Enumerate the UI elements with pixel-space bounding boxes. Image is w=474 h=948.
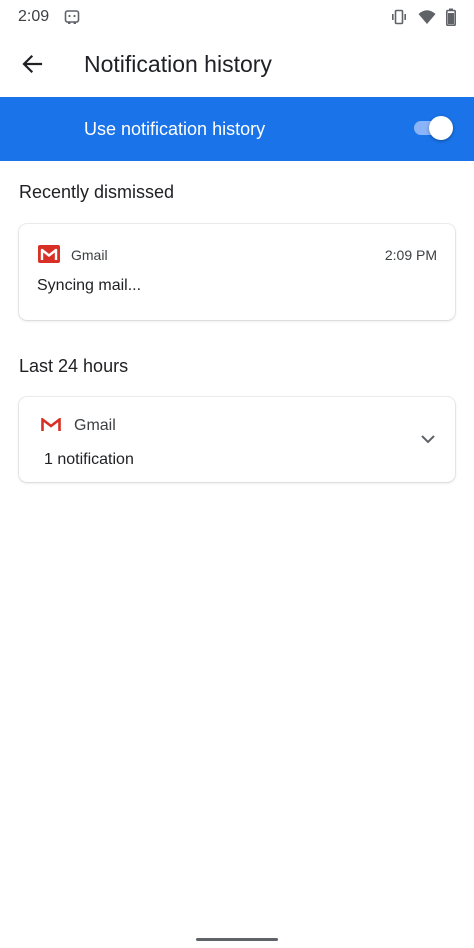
last-24-hours-header: Last 24 hours	[19, 356, 129, 376]
page-title: Notification history	[84, 51, 272, 77]
battery-icon	[446, 8, 456, 31]
wifi-icon	[418, 9, 436, 30]
status-icons	[390, 8, 456, 31]
gmail-notification-group[interactable]: Gmail 1 notification	[19, 397, 455, 482]
navigation-handle[interactable]	[196, 938, 278, 941]
notification-text: Syncing mail...	[37, 277, 142, 294]
dismissed-notification-card[interactable]: Gmail 2:09 PM Syncing mail...	[19, 224, 455, 320]
notification-time: 2:09 PM	[384, 247, 437, 263]
vibrate-icon	[390, 8, 408, 31]
notification-icon	[64, 9, 80, 30]
use-notification-history-label: Use notification history	[84, 119, 266, 139]
recently-dismissed-header: Recently dismissed	[19, 182, 175, 202]
notification-history-screen: 2:09 Notification history Use notificati…	[0, 0, 474, 948]
use-notification-history-bar[interactable]: Use notification history	[0, 97, 474, 161]
app-name: Gmail	[74, 417, 116, 434]
gmail-icon	[38, 245, 60, 268]
toggle-thumb	[429, 116, 453, 140]
gmail-icon	[41, 416, 61, 437]
chevron-down-icon[interactable]	[419, 430, 437, 453]
app-bar: Notification history	[0, 36, 474, 96]
arrow-back-icon	[21, 53, 43, 80]
status-time: 2:09	[18, 8, 50, 25]
notification-count: 1 notification	[44, 451, 134, 468]
notification-history-toggle[interactable]	[412, 115, 454, 141]
app-name: Gmail	[71, 247, 108, 263]
back-button[interactable]	[14, 48, 50, 84]
status-bar: 2:09	[0, 0, 474, 36]
